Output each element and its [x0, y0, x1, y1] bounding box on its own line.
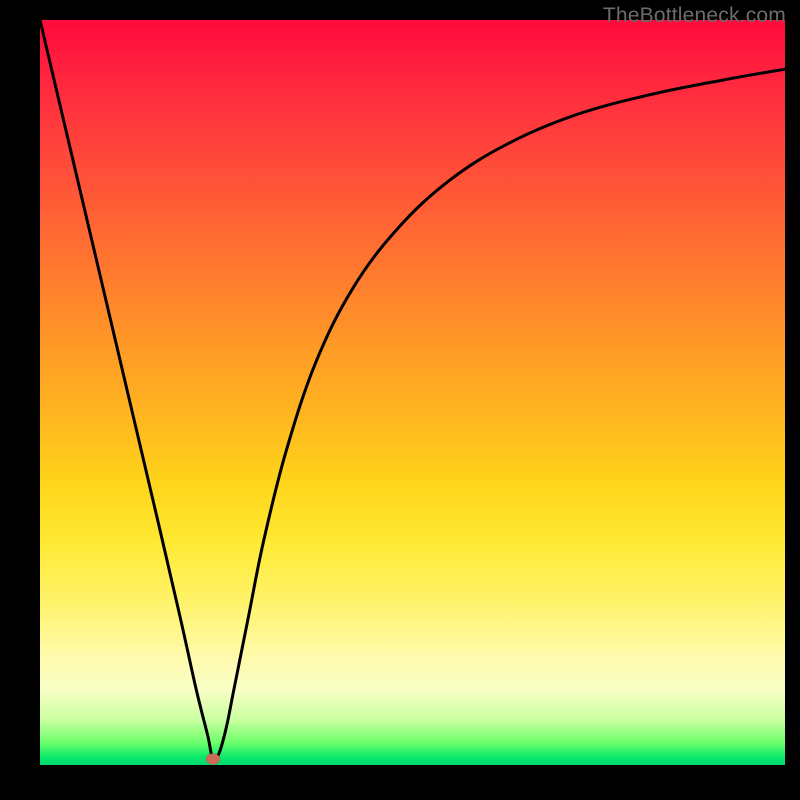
bottleneck-curve	[40, 20, 785, 765]
minimum-marker	[206, 754, 220, 765]
watermark-text: TheBottleneck.com	[603, 4, 786, 28]
chart-frame: TheBottleneck.com	[0, 0, 800, 800]
plot-area	[40, 20, 785, 765]
curve-path	[40, 20, 785, 760]
